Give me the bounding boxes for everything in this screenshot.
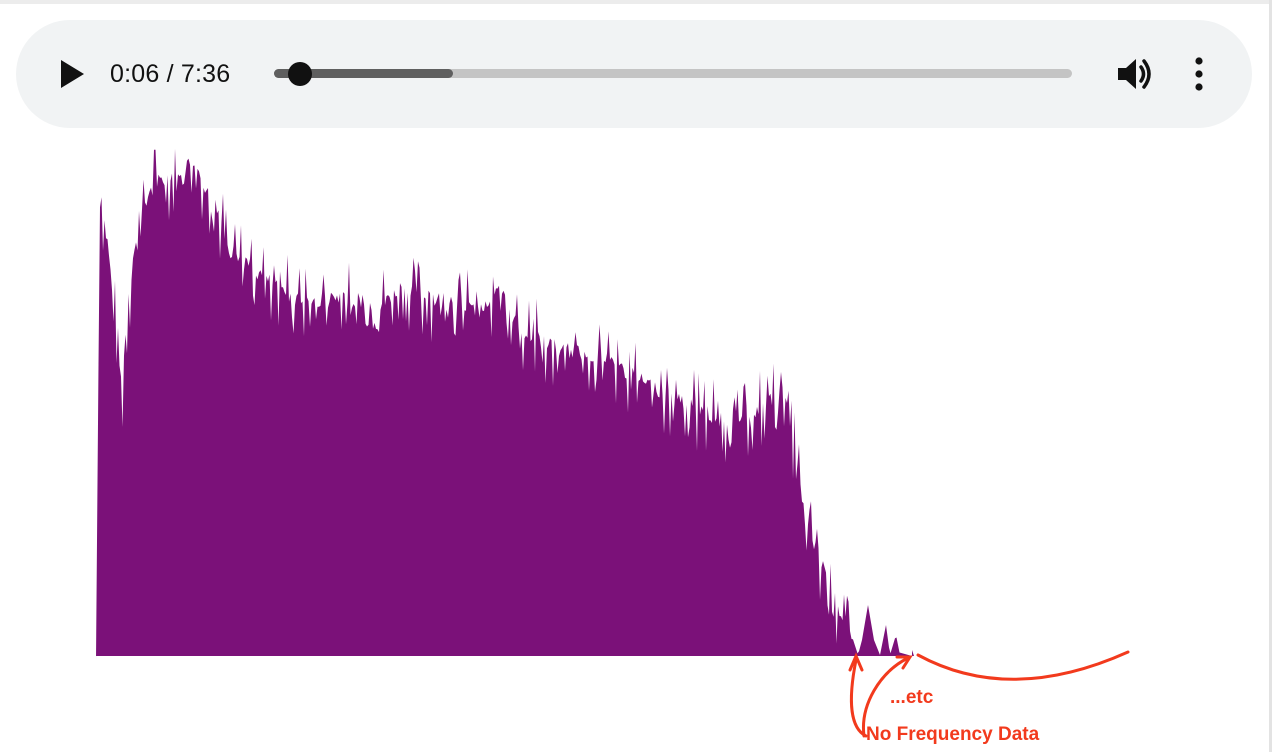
volume-button[interactable] (1116, 56, 1156, 92)
play-button[interactable] (58, 57, 88, 91)
play-icon (61, 60, 84, 88)
frequency-spectrum-area (96, 148, 914, 660)
volume-icon (1118, 59, 1151, 89)
frequency-visualizer: ...etc No Frequency Data (96, 148, 1130, 745)
audio-player: 0:06 / 7:36 (16, 20, 1252, 128)
seek-thumb[interactable] (288, 62, 312, 86)
more-vertical-icon (1195, 57, 1203, 91)
no-frequency-data-label: No Frequency Data (866, 724, 1040, 745)
more-options-button[interactable] (1188, 56, 1210, 92)
etc-label: ...etc (890, 687, 934, 708)
etc-curve (916, 650, 1130, 681)
window-top-border (0, 0, 1272, 4)
time-display: 0:06 / 7:36 (110, 60, 231, 88)
seek-slider[interactable] (274, 62, 1072, 86)
